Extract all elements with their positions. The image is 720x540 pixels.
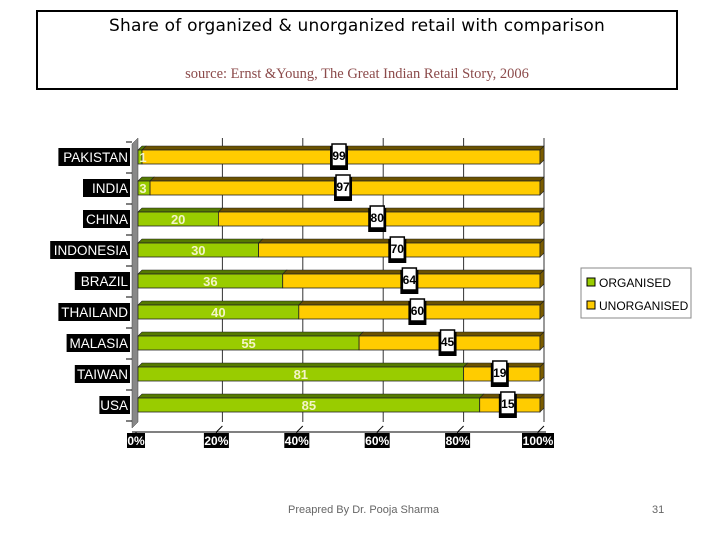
data-label-organised: 1 [139,150,146,165]
category-label: MALASIA [69,336,128,351]
data-label-organised: 3 [139,181,146,196]
data-label-unorganised: 97 [336,180,350,194]
data-label-organised: 55 [241,336,255,351]
x-tick-depth [457,425,464,433]
data-label-unorganised: 60 [411,304,425,318]
category-label: BRAZIL [81,274,129,289]
category-label: CHINA [86,212,128,227]
category-label: INDONESIA [54,243,128,258]
category-label: USA [100,398,128,413]
legend-label-organised: ORGANISED [599,276,671,290]
data-label-organised: 85 [302,398,316,413]
axis-side-wall [131,137,139,429]
data-label-unorganised: 15 [501,397,515,411]
category-label: PAKISTAN [63,150,128,165]
x-tick-label: 100% [523,434,554,448]
data-label-organised: 36 [203,274,217,289]
data-label-organised: 20 [171,212,185,227]
data-label-unorganised: 19 [493,366,507,380]
x-tick-depth [296,425,304,433]
legend-swatch-unorganised [586,300,596,310]
category-label: INDIA [92,181,128,196]
data-label-organised: 40 [211,305,225,320]
category-label: TAIWAN [77,367,128,382]
x-tick-label: 60% [365,434,389,448]
x-tick-label: 0% [127,434,145,448]
stacked-bar-chart: 0% 20% 40% 60% 80% 100% PAKISTAN 1 99 INDIA 3 97 CH… [50,137,692,448]
footer-credit: Preapred By Dr. Pooja Sharma [288,504,440,516]
data-label-unorganised: 99 [332,149,346,163]
data-label-unorganised: 70 [391,242,405,256]
legend-swatch-organised [586,277,596,287]
legend-label-unorganised: UNORGANISED [599,299,689,313]
data-label-organised: 81 [294,367,308,382]
data-label-unorganised: 64 [403,273,417,287]
data-label-unorganised: 80 [371,211,385,225]
legend: ORGANISED UNORGANISED [580,267,692,319]
x-tick-label: 80% [446,434,470,448]
page-number: 31 [652,504,665,516]
x-tick-label: 40% [285,434,309,448]
data-label-organised: 30 [191,243,205,258]
data-label-unorganised: 45 [441,335,455,349]
x-tick-depth [537,425,545,433]
category-label: THAILAND [61,305,128,320]
x-tick-depth [216,425,223,433]
x-tick-depth [376,425,384,433]
x-tick-label: 20% [204,434,228,448]
